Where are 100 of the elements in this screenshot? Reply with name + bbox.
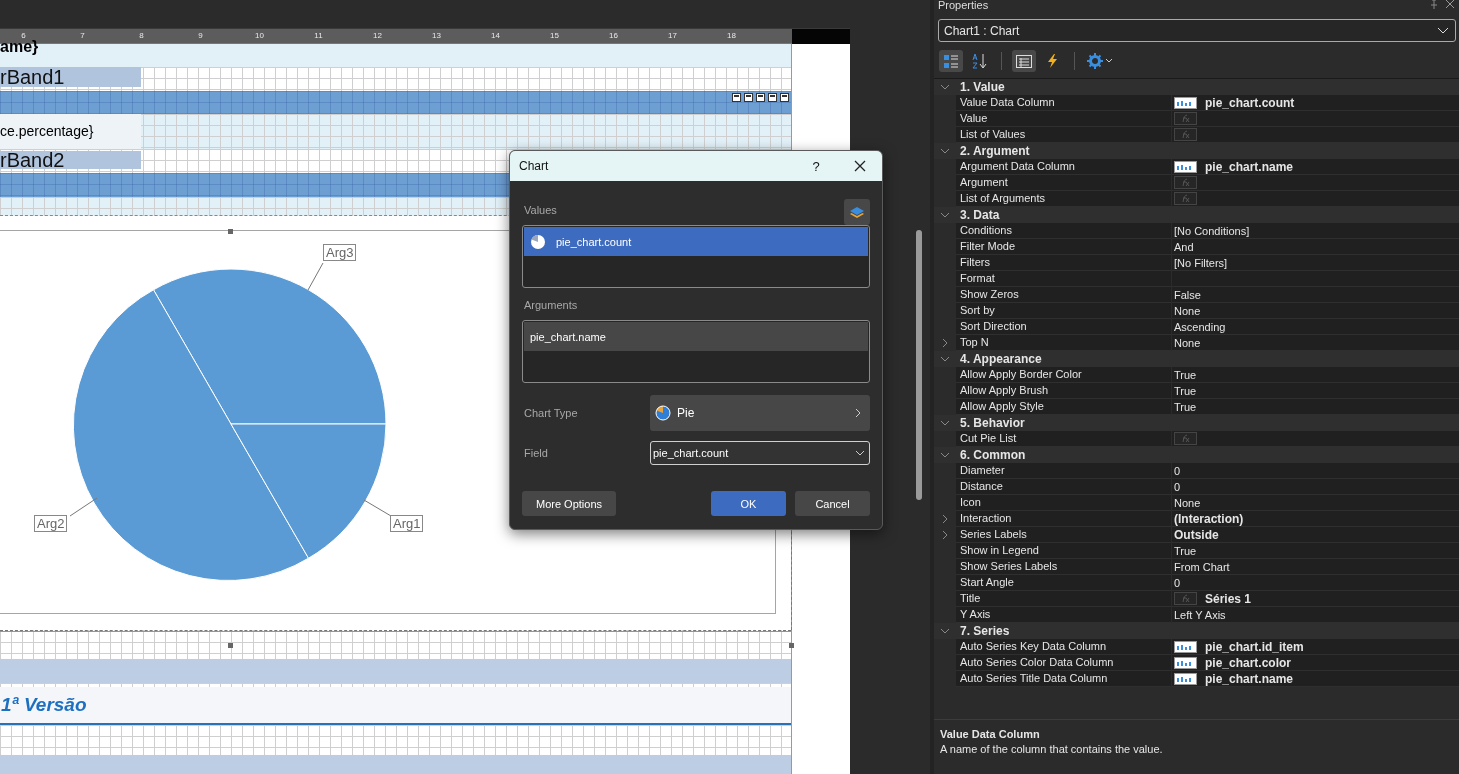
band-tool-icon[interactable] [768,93,777,102]
ruler-number: 9 [198,30,203,42]
close-button[interactable] [1445,0,1455,9]
description-text: A name of the column that contains the value. [940,743,1163,755]
chevron-down-icon[interactable] [940,356,950,362]
property-value[interactable]: pie_chart.id_item [1172,639,1459,655]
property-name: Show in Legend [956,543,1171,559]
chevron-down-icon[interactable] [940,452,950,458]
chevron-down-icon[interactable] [940,84,950,90]
text-type-icon [1174,96,1197,109]
property-name: Icon [956,495,1171,511]
resize-handle[interactable] [228,229,233,234]
pie-icon [655,405,671,421]
dialog-button[interactable]: OK [711,491,786,516]
property-value[interactable]: True [1172,543,1459,559]
scrollbar-thumb[interactable] [916,230,922,500]
list-item[interactable]: pie_chart.count [524,227,868,256]
property-value[interactable]: False [1172,287,1459,303]
help-button[interactable]: ? [794,151,838,181]
chevron-down-icon [1437,27,1449,34]
property-value[interactable]: None [1172,495,1459,511]
property-value[interactable]: pie_chart.name [1172,159,1459,175]
text-type-icon [1174,640,1197,653]
band-tool-icon[interactable] [732,93,741,102]
function-icon [1174,112,1197,125]
property-value[interactable]: And [1172,239,1459,255]
property-name: Show Series Labels [956,559,1171,575]
band-tool-icon[interactable] [744,93,753,102]
property-value[interactable]: True [1172,367,1459,383]
property-value[interactable]: Outside [1172,527,1459,543]
resize-handle[interactable] [789,643,794,648]
property-name: Series Labels [956,527,1171,543]
property-name: Sort Direction [956,319,1171,335]
property-name: Conditions [956,223,1171,239]
property-value[interactable]: (Interaction) [1172,511,1459,527]
property-value[interactable]: pie_chart.color [1172,655,1459,671]
property-value[interactable]: From Chart [1172,559,1459,575]
property-value[interactable]: Left Y Axis [1172,607,1459,623]
category-header: 1. Value [959,79,1005,95]
property-value[interactable]: None [1172,303,1459,319]
ruler-number: 10 [255,30,264,42]
chevron-down-icon[interactable] [940,628,950,634]
property-value[interactable]: pie_chart.count [1172,95,1459,111]
ruler-number: 7 [80,30,85,42]
toolbar-button[interactable] [1012,50,1036,72]
dialog-button[interactable]: Cancel [795,491,870,516]
property-name: Diameter [956,463,1171,479]
footer-title: 1ª Versão [1,694,87,716]
description-title: Value Data Column [940,728,1041,740]
property-name: List of Arguments [956,191,1171,207]
property-name: Allow Apply Border Color [956,367,1171,383]
band-title: ame} [0,38,39,56]
property-value[interactable]: Ascending [1172,319,1459,335]
property-value[interactable]: pie_chart.name [1172,671,1459,687]
chevron-right-icon[interactable] [942,530,948,540]
property-name: Start Angle [956,575,1171,591]
field-label: Field [523,447,549,459]
property-name: Y Axis [956,607,1171,623]
band-tool-icon[interactable] [780,93,789,102]
property-value[interactable]: Séries 1 [1172,591,1459,607]
function-icon [1174,176,1197,189]
object-selector[interactable]: Chart1 : Chart [938,19,1456,42]
ruler-number: 6 [21,30,26,40]
property-value[interactable]: [No Conditions] [1172,223,1459,239]
leader-line [307,262,324,291]
property-value[interactable]: None [1172,335,1459,351]
property-value[interactable]: [No Filters] [1172,255,1459,271]
property-name: Value [956,111,1171,127]
band-tool-icon[interactable] [756,93,765,102]
property-value[interactable]: True [1172,399,1459,415]
chevron-down-icon[interactable] [940,420,950,426]
property-name: Allow Apply Style [956,399,1171,415]
property-name: Auto Series Title Data Column [956,671,1171,687]
toolbar-button[interactable] [1085,50,1115,72]
property-value[interactable]: 0 [1172,463,1459,479]
property-value[interactable]: 0 [1172,479,1459,495]
ruler-number: 18 [727,30,736,42]
property-name: Argument [956,175,1171,191]
chart-type-button[interactable]: Pie [650,395,870,431]
layers-button[interactable] [844,199,870,225]
property-name: Allow Apply Brush [956,383,1171,399]
dialog-button[interactable]: More Options [522,491,616,516]
chevron-down-icon[interactable] [940,212,950,218]
text-type-icon [1174,656,1197,669]
function-icon [1174,592,1197,605]
property-value[interactable]: 0 [1172,575,1459,591]
chevron-right-icon[interactable] [942,338,948,348]
list-item[interactable]: pie_chart.name [524,322,868,351]
field-dropdown[interactable]: pie_chart.count [650,441,870,465]
ruler-number: 14 [491,30,500,42]
toolbar-button[interactable] [939,50,963,72]
ruler-number: 12 [373,30,382,42]
property-value[interactable]: True [1172,383,1459,399]
chevron-down-icon[interactable] [940,148,950,154]
property-name: Distance [956,479,1171,495]
chevron-right-icon[interactable] [942,514,948,524]
categorized-icon [943,53,959,69]
pin-icon [1429,0,1439,9]
pin-button[interactable] [1429,0,1439,9]
resize-handle[interactable] [228,643,233,648]
